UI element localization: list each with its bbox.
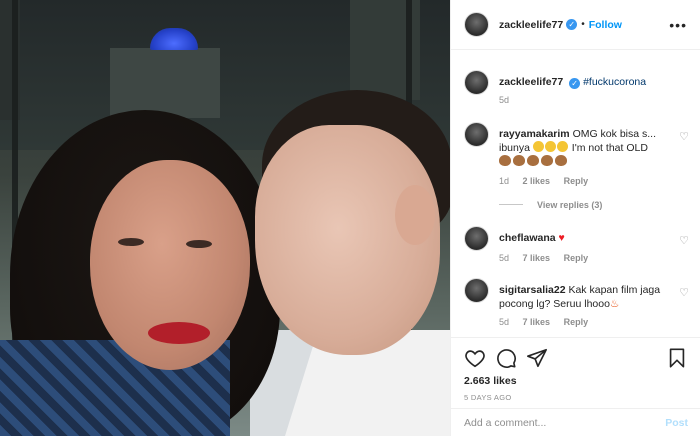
verified-badge-icon: ✓ — [566, 19, 578, 30]
sad-face-emoji-icon — [556, 141, 568, 152]
share-paper-plane-icon[interactable] — [526, 347, 548, 369]
caption-text: zackleelife77 ✓ #fuckucorona — [499, 75, 669, 89]
comment-likes[interactable]: 7 likes — [523, 317, 551, 327]
fire-emoji-icon: ♨ — [609, 298, 620, 310]
separator-dot: • — [581, 19, 585, 30]
post-photo[interactable] — [0, 0, 450, 436]
post-comment-button[interactable]: Post — [665, 417, 688, 429]
post-actions: 2.663 likes 5 DAYS AGO — [451, 337, 700, 402]
comments-list[interactable]: zackleelife77 ✓ #fuckucorona 5d rayyamak… — [451, 50, 700, 337]
woman-eye — [186, 240, 212, 248]
caption-username[interactable]: zackleelife77 — [499, 76, 563, 88]
avatar[interactable] — [464, 122, 489, 147]
comment-time: 5d — [499, 253, 510, 263]
avatar[interactable] — [464, 278, 489, 303]
comment-text: sigitarsalia22 Kak kapan film jaga pocon… — [499, 283, 669, 311]
comment-likes[interactable]: 2 likes — [523, 176, 551, 186]
list-item: sigitarsalia22 Kak kapan film jaga pocon… — [464, 278, 689, 333]
view-replies-button[interactable]: View replies (3) — [499, 200, 602, 210]
reply-button[interactable]: Reply — [564, 317, 589, 327]
comment-likes[interactable]: 7 likes — [523, 253, 551, 263]
monkey-emoji-icon — [555, 155, 567, 166]
reply-button[interactable]: Reply — [564, 176, 589, 186]
username-link[interactable]: zackleelife77 — [499, 19, 563, 31]
comment-time: 5d — [499, 317, 510, 327]
comment-username[interactable]: sigitarsalia22 — [499, 284, 566, 296]
bookmark-save-icon[interactable] — [666, 347, 688, 369]
more-options-icon[interactable]: ••• — [669, 17, 687, 33]
like-comment-heart-icon[interactable]: ♡ — [679, 130, 689, 143]
follow-button[interactable]: Follow — [589, 19, 622, 31]
comment-meta: 5d 7 likes Reply — [499, 253, 599, 263]
man-ear — [395, 185, 435, 245]
like-comment-heart-icon[interactable]: ♡ — [679, 286, 689, 299]
red-heart-emoji-icon: ♥ — [558, 232, 565, 244]
action-bar — [464, 344, 688, 372]
comment-text: rayyamakarim OMG kok bisa s... ibunya I'… — [499, 127, 669, 169]
verified-badge-icon: ✓ — [569, 78, 581, 89]
sad-face-emoji-icon — [544, 141, 556, 152]
list-item: rayyamakarim OMG kok bisa s... ibunya I'… — [464, 122, 689, 212]
comment-username[interactable]: cheflawana — [499, 232, 556, 244]
reply-button[interactable]: Reply — [564, 253, 589, 263]
post-sidebar: zackleelife77 ✓ • Follow ••• zackleelife… — [450, 0, 700, 436]
hashtag-link[interactable]: #fuckucorona — [583, 76, 646, 88]
monkey-emoji-icon — [527, 155, 539, 166]
avatar[interactable] — [464, 70, 489, 95]
woman-lips — [148, 322, 210, 344]
comment-meta: 5d 7 likes Reply — [499, 317, 599, 327]
post-timestamp: 5 DAYS AGO — [464, 393, 512, 402]
building — [110, 48, 220, 118]
monkey-emoji-icon — [541, 155, 553, 166]
likes-count[interactable]: 2.663 likes — [464, 375, 688, 387]
caption: zackleelife77 ✓ #fuckucorona 5d — [464, 70, 689, 120]
sad-face-emoji-icon — [532, 141, 544, 152]
avatar[interactable] — [464, 12, 489, 37]
like-comment-heart-icon[interactable]: ♡ — [679, 234, 689, 247]
comment-composer: Post — [451, 408, 700, 436]
woman-eye — [118, 238, 144, 246]
avatar[interactable] — [464, 226, 489, 251]
comment-username[interactable]: rayyamakarim — [499, 128, 570, 140]
comment-bubble-icon[interactable] — [495, 347, 517, 369]
caption-meta: 5d — [499, 95, 520, 105]
like-heart-icon[interactable] — [464, 347, 486, 369]
caption-time: 5d — [499, 95, 510, 105]
list-item: cheflawana ♥ ♡ 5d 7 likes Reply — [464, 226, 689, 271]
monkey-emoji-icon — [499, 155, 511, 166]
post-header: zackleelife77 ✓ • Follow ••• — [451, 0, 700, 50]
comment-text: cheflawana ♥ — [499, 231, 669, 245]
comment-input[interactable] — [464, 416, 666, 429]
comment-time: 1d — [499, 176, 510, 186]
monkey-emoji-icon — [513, 155, 525, 166]
comment-body-tail: I'm not that OLD — [571, 142, 648, 154]
comment-meta: 1d 2 likes Reply — [499, 176, 599, 186]
